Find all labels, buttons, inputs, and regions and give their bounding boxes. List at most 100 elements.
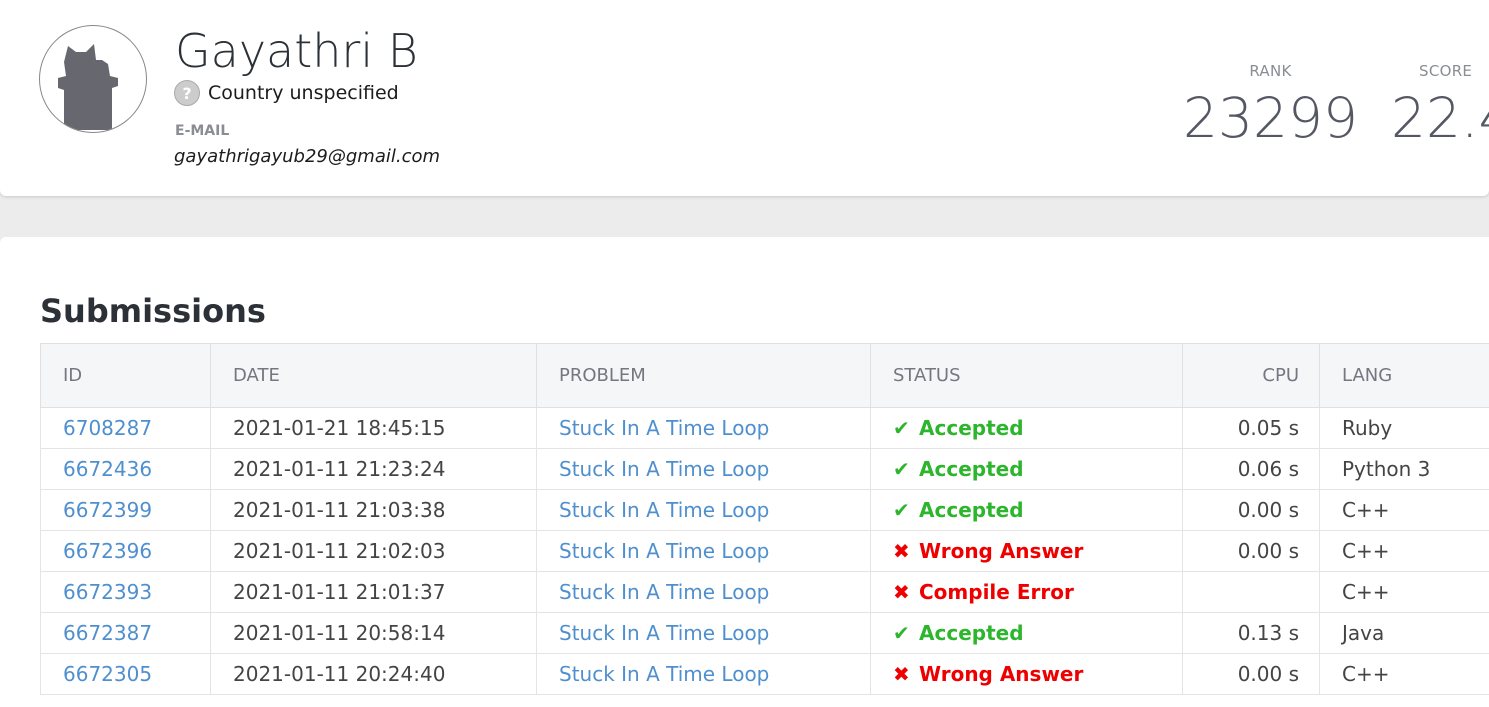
status-text: Wrong Answer [919, 539, 1083, 563]
col-status[interactable]: STATUS [871, 344, 1183, 408]
problem-link[interactable]: Stuck In A Time Loop [559, 580, 769, 604]
problem-link[interactable]: Stuck In A Time Loop [559, 498, 769, 522]
score-value: 22.4 [1391, 86, 1489, 150]
cell-status: ✖Compile Error [871, 572, 1183, 613]
problem-link[interactable]: Stuck In A Time Loop [559, 416, 769, 440]
country-text: Country unspecified [208, 82, 399, 104]
avatar-silhouette-icon [40, 26, 147, 133]
cell-problem[interactable]: Stuck In A Time Loop [537, 408, 871, 449]
cell-lang: C++ [1320, 490, 1489, 531]
cell-status: ✔Accepted [871, 490, 1183, 531]
cell-id[interactable]: 6672393 [41, 572, 211, 613]
cell-lang: Java [1320, 613, 1489, 654]
submissions-title: Submissions [40, 292, 266, 330]
submission-id-link[interactable]: 6672399 [63, 498, 152, 522]
table-row: 6672396 2021-01-11 21:02:03 Stuck In A T… [41, 531, 1489, 572]
submission-id-link[interactable]: 6672393 [63, 580, 152, 604]
cell-status: ✔Accepted [871, 408, 1183, 449]
problem-link[interactable]: Stuck In A Time Loop [559, 539, 769, 563]
problem-link[interactable]: Stuck In A Time Loop [559, 621, 769, 645]
col-problem[interactable]: PROBLEM [537, 344, 871, 408]
cell-problem[interactable]: Stuck In A Time Loop [537, 449, 871, 490]
cell-problem[interactable]: Stuck In A Time Loop [537, 613, 871, 654]
submission-id-link[interactable]: 6672436 [63, 457, 152, 481]
score-label: SCORE [1419, 62, 1489, 80]
cell-date: 2021-01-11 21:23:24 [211, 449, 537, 490]
unknown-country-flag-icon: ? [174, 80, 200, 106]
cell-problem[interactable]: Stuck In A Time Loop [537, 572, 871, 613]
avatar [39, 25, 147, 133]
cell-status: ✔Accepted [871, 449, 1183, 490]
cell-id[interactable]: 6672305 [41, 654, 211, 695]
check-icon: ✔ [893, 621, 919, 645]
profile-header: Gayathri B ? Country unspecified E-MAIL … [0, 0, 1489, 196]
cell-lang: C++ [1320, 654, 1489, 695]
col-lang[interactable]: LANG [1320, 344, 1489, 408]
submissions-table: ID DATE PROBLEM STATUS CPU LANG 6708287 … [40, 343, 1489, 695]
submission-id-link[interactable]: 6672387 [63, 621, 152, 645]
status-text: Wrong Answer [919, 662, 1083, 686]
col-id[interactable]: ID [41, 344, 211, 408]
email-label: E-MAIL [175, 123, 229, 139]
table-row: 6672393 2021-01-11 21:01:37 Stuck In A T… [41, 572, 1489, 613]
check-icon: ✔ [893, 416, 919, 440]
cell-cpu: 0.05 s [1183, 408, 1320, 449]
status-text: Compile Error [919, 580, 1074, 604]
status-text: Accepted [919, 498, 1024, 522]
table-row: 6672436 2021-01-11 21:23:24 Stuck In A T… [41, 449, 1489, 490]
problem-link[interactable]: Stuck In A Time Loop [559, 662, 769, 686]
cross-icon: ✖ [893, 662, 919, 686]
cell-id[interactable]: 6672436 [41, 449, 211, 490]
cell-cpu: 0.00 s [1183, 531, 1320, 572]
table-row: 6708287 2021-01-21 18:45:15 Stuck In A T… [41, 408, 1489, 449]
cell-problem[interactable]: Stuck In A Time Loop [537, 531, 871, 572]
cell-cpu: 0.06 s [1183, 449, 1320, 490]
cell-status: ✔Accepted [871, 613, 1183, 654]
cell-cpu: 0.00 s [1183, 654, 1320, 695]
table-row: 6672387 2021-01-11 20:58:14 Stuck In A T… [41, 613, 1489, 654]
cell-cpu: 0.13 s [1183, 613, 1320, 654]
col-date[interactable]: DATE [211, 344, 537, 408]
rank-stat: RANK 23299 [1183, 62, 1358, 150]
cell-id[interactable]: 6708287 [41, 408, 211, 449]
cell-date: 2021-01-11 20:58:14 [211, 613, 537, 654]
cell-lang: C++ [1320, 531, 1489, 572]
check-icon: ✔ [893, 457, 919, 481]
email-value: gayathrigayub29@gmail.com [174, 146, 440, 167]
score-stat: SCORE 22.4 [1391, 62, 1489, 150]
table-row: 6672305 2021-01-11 20:24:40 Stuck In A T… [41, 654, 1489, 695]
cell-date: 2021-01-11 21:03:38 [211, 490, 537, 531]
cell-id[interactable]: 6672387 [41, 613, 211, 654]
status-text: Accepted [919, 621, 1024, 645]
cell-problem[interactable]: Stuck In A Time Loop [537, 490, 871, 531]
check-icon: ✔ [893, 498, 919, 522]
problem-link[interactable]: Stuck In A Time Loop [559, 457, 769, 481]
cell-status: ✖Wrong Answer [871, 654, 1183, 695]
cell-lang: Python 3 [1320, 449, 1489, 490]
rank-value: 23299 [1183, 86, 1358, 150]
table-row: 6672399 2021-01-11 21:03:38 Stuck In A T… [41, 490, 1489, 531]
cell-date: 2021-01-21 18:45:15 [211, 408, 537, 449]
submission-id-link[interactable]: 6672396 [63, 539, 152, 563]
cell-cpu [1183, 572, 1320, 613]
submission-id-link[interactable]: 6708287 [63, 416, 152, 440]
cell-problem[interactable]: Stuck In A Time Loop [537, 654, 871, 695]
cell-status: ✖Wrong Answer [871, 531, 1183, 572]
col-cpu[interactable]: CPU [1183, 344, 1320, 408]
cross-icon: ✖ [893, 580, 919, 604]
status-text: Accepted [919, 416, 1024, 440]
cell-date: 2021-01-11 21:02:03 [211, 531, 537, 572]
status-text: Accepted [919, 457, 1024, 481]
cell-id[interactable]: 6672396 [41, 531, 211, 572]
rank-label: RANK [1183, 62, 1358, 80]
cell-date: 2021-01-11 21:01:37 [211, 572, 537, 613]
cell-cpu: 0.00 s [1183, 490, 1320, 531]
table-header: ID DATE PROBLEM STATUS CPU LANG [41, 344, 1489, 408]
cell-lang: C++ [1320, 572, 1489, 613]
user-name: Gayathri B [175, 24, 418, 78]
cell-id[interactable]: 6672399 [41, 490, 211, 531]
cell-lang: Ruby [1320, 408, 1489, 449]
cell-date: 2021-01-11 20:24:40 [211, 654, 537, 695]
country: ? Country unspecified [174, 80, 399, 106]
submission-id-link[interactable]: 6672305 [63, 662, 152, 686]
